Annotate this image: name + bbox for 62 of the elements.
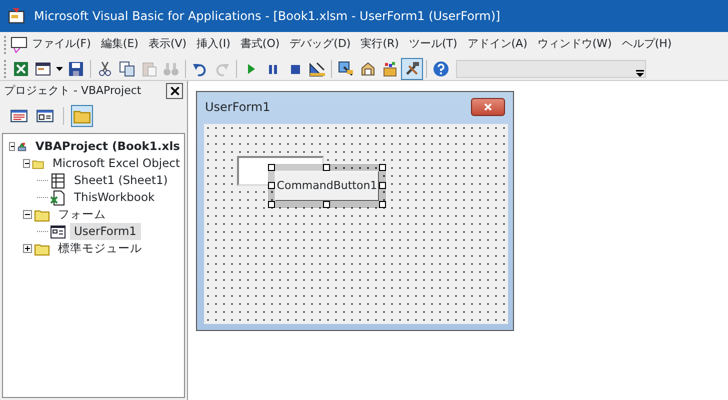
- resize-handle[interactable]: [379, 164, 386, 171]
- tree-item[interactable]: 標準モジュール: [54, 240, 146, 258]
- tree-item[interactable]: ThisWorkbook: [70, 188, 159, 206]
- app-icon: [8, 7, 26, 25]
- collapse-toggle[interactable]: [23, 159, 30, 168]
- excel-icon: [13, 60, 29, 76]
- sheet-icon: [50, 172, 66, 188]
- window-title: Microsoft Visual Basic for Applications - [Book1.xlsm - UserForm1 (UserForm)]: [34, 8, 500, 25]
- save-icon: [68, 60, 84, 76]
- menu-item[interactable]: ファイル(F): [27, 36, 96, 53]
- project-explorer-icon: [338, 60, 354, 76]
- resize-handle[interactable]: [379, 182, 386, 189]
- resize-handle[interactable]: [323, 201, 330, 208]
- object-browser-icon: [382, 60, 398, 76]
- menu-item[interactable]: ウィンドウ(W): [532, 36, 617, 53]
- menu-item[interactable]: 表示(V): [143, 36, 192, 53]
- menu-item[interactable]: ツール(T): [404, 36, 462, 53]
- resize-handle[interactable]: [268, 164, 275, 171]
- tree-item[interactable]: UserForm1: [70, 222, 140, 240]
- folder-toggle[interactable]: [71, 105, 93, 127]
- collapse-toggle[interactable]: [9, 142, 16, 151]
- expand-toggle[interactable]: [23, 244, 32, 253]
- pane-title: プロジェクト - VBAProject: [4, 82, 142, 99]
- tree-item[interactable]: VBAProject (Book1.xls: [31, 138, 184, 156]
- menu-item[interactable]: 挿入(I): [192, 36, 236, 53]
- collapse-toggle[interactable]: [23, 210, 32, 219]
- menu-item[interactable]: アドイン(A): [462, 36, 532, 53]
- help-icon: [433, 60, 449, 76]
- tree-item[interactable]: Microsoft Excel Object: [48, 154, 184, 172]
- properties-icon: [360, 60, 376, 76]
- close-icon: [168, 85, 180, 97]
- toolbar-options-icon[interactable]: [636, 68, 644, 76]
- menu-item[interactable]: 編集(E): [96, 36, 144, 53]
- view-object-icon: [36, 107, 54, 125]
- form-title: UserForm1: [205, 99, 270, 116]
- form-icon: [50, 224, 66, 240]
- form-icon: [35, 60, 51, 76]
- ruler-triangle-icon: [309, 60, 325, 76]
- workbook-icon: [50, 190, 66, 206]
- resize-handle[interactable]: [268, 182, 275, 189]
- paste-icon: [141, 60, 157, 76]
- toolbar-combo-field[interactable]: [456, 60, 646, 78]
- menu-item[interactable]: デバッグ(D): [284, 36, 356, 53]
- view-code-icon: [10, 107, 28, 125]
- tools-button[interactable]: [401, 58, 423, 80]
- resize-handle[interactable]: [323, 164, 330, 171]
- tools-icon: [404, 60, 420, 76]
- menu-item[interactable]: 実行(R): [356, 36, 404, 53]
- resize-handle[interactable]: [379, 201, 386, 208]
- scissors-icon: [97, 60, 113, 76]
- close-button[interactable]: [166, 83, 183, 99]
- menu-item[interactable]: ヘルプ(H): [616, 36, 677, 53]
- dropdown-caret-icon[interactable]: [56, 66, 63, 70]
- binoculars-icon: [163, 60, 179, 76]
- copy-icon: [119, 60, 135, 76]
- form-close-button[interactable]: [471, 98, 505, 116]
- menu-bar-icon: [11, 36, 27, 52]
- menu-item[interactable]: 書式(O): [235, 36, 285, 53]
- tree-item[interactable]: フォーム: [54, 206, 110, 224]
- command-button-control[interactable]: CommandButton1: [275, 171, 379, 201]
- resize-handle[interactable]: [268, 201, 275, 208]
- tree-item[interactable]: Sheet1 (Sheet1): [70, 172, 172, 190]
